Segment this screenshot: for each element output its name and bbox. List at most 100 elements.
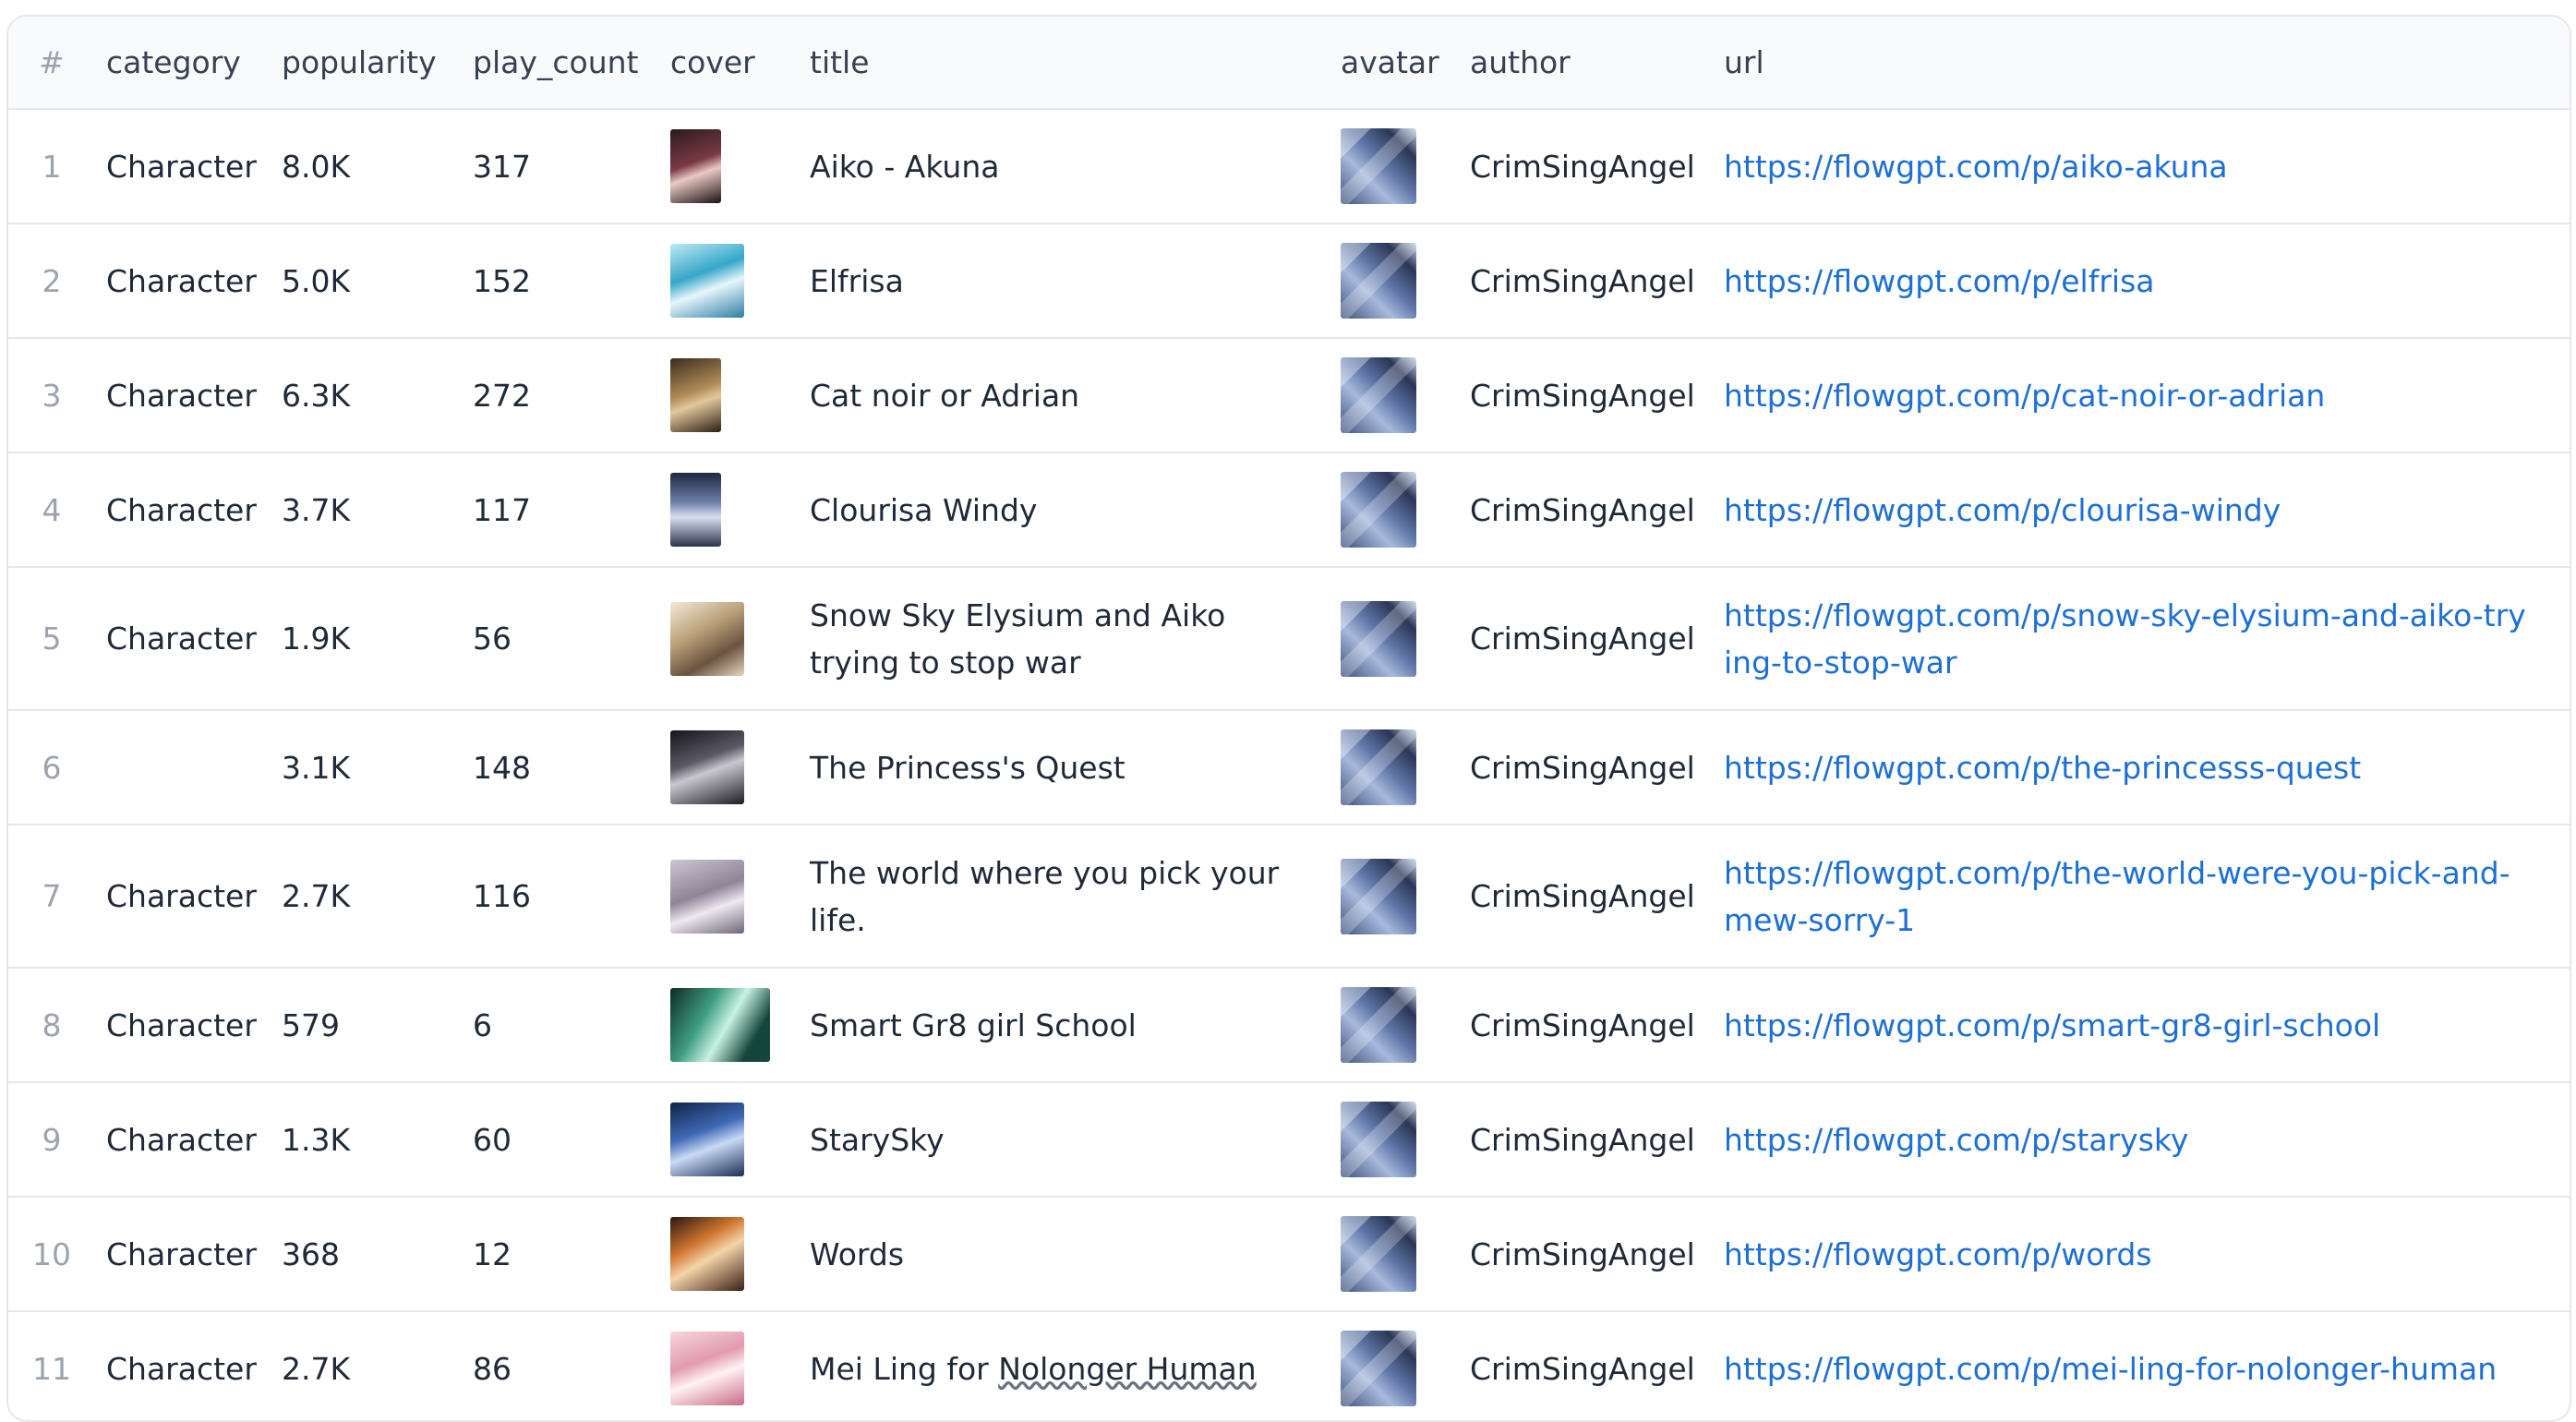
cover-cell — [659, 1082, 799, 1198]
url-link[interactable]: https://flowgpt.com/p/aiko-akuna — [1724, 149, 2228, 185]
cover-image — [670, 730, 744, 804]
play-count-cell: 117 — [462, 452, 659, 568]
avatar-cell — [1330, 109, 1459, 224]
cover-image — [670, 1103, 744, 1176]
category-cell: Character — [95, 968, 271, 1083]
author-cell: CrimSingAngel — [1459, 567, 1713, 711]
play-count-cell: 56 — [462, 567, 659, 711]
avatar-cell — [1330, 452, 1459, 568]
table-row: 10 Character 368 12 Words CrimSingAngel … — [8, 1197, 2570, 1312]
table-row: 9 Character 1.3K 60 StarySky CrimSingAng… — [8, 1082, 2570, 1198]
header-author[interactable]: author — [1459, 17, 1713, 110]
popularity-cell: 1.9K — [271, 567, 462, 711]
avatar-cell — [1330, 338, 1459, 453]
url-cell: https://flowgpt.com/p/elfrisa — [1713, 223, 2570, 339]
title-cell: Mei Ling for Nolonger Human — [799, 1311, 1330, 1420]
cover-cell — [659, 1197, 799, 1312]
table-row: 3 Character 6.3K 272 Cat noir or Adrian … — [8, 338, 2570, 453]
url-link[interactable]: https://flowgpt.com/p/snow-sky-elysium-a… — [1724, 597, 2526, 681]
category-cell: Character — [95, 1197, 271, 1312]
author-avatar — [1341, 600, 1416, 677]
popularity-cell: 8.0K — [271, 109, 462, 224]
category-cell: Character — [95, 1311, 271, 1420]
url-cell: https://flowgpt.com/p/starysky — [1713, 1082, 2570, 1198]
popularity-cell: 2.7K — [271, 1311, 462, 1420]
header-category[interactable]: category — [95, 17, 271, 110]
cover-cell — [659, 452, 799, 568]
url-link[interactable]: https://flowgpt.com/p/smart-gr8-girl-sch… — [1724, 1007, 2380, 1043]
popularity-cell: 6.3K — [271, 338, 462, 453]
table-header-row: # category popularity play_count cover t… — [8, 17, 2570, 110]
author-avatar — [1341, 357, 1416, 433]
url-cell: https://flowgpt.com/p/clourisa-windy — [1713, 452, 2570, 568]
cover-cell — [659, 223, 799, 339]
avatar-cell — [1330, 825, 1459, 969]
popularity-cell: 2.7K — [271, 825, 462, 969]
avatar-cell — [1330, 1197, 1459, 1312]
url-link[interactable]: https://flowgpt.com/p/words — [1724, 1236, 2152, 1272]
title-cell: Clourisa Windy — [799, 452, 1330, 568]
category-cell: Character — [95, 338, 271, 453]
avatar-cell — [1330, 968, 1459, 1083]
url-cell: https://flowgpt.com/p/smart-gr8-girl-sch… — [1713, 968, 2570, 1083]
row-index: 3 — [8, 338, 95, 453]
title-cell: Aiko - Akuna — [799, 109, 1330, 224]
author-avatar — [1341, 128, 1416, 204]
table-row: 6 3.1K 148 The Princess's Quest CrimSing… — [8, 710, 2570, 825]
row-index: 11 — [8, 1311, 95, 1420]
url-link[interactable]: https://flowgpt.com/p/mei-ling-for-nolon… — [1724, 1351, 2497, 1387]
title-cell: Words — [799, 1197, 1330, 1312]
header-index: # — [8, 17, 95, 110]
title-cell: Cat noir or Adrian — [799, 338, 1330, 453]
row-index: 6 — [8, 710, 95, 825]
author-avatar — [1341, 1216, 1416, 1292]
author-cell: CrimSingAngel — [1459, 452, 1713, 568]
cover-image — [670, 244, 744, 318]
popularity-cell: 5.0K — [271, 223, 462, 339]
title-cell: The world where you pick your life. — [799, 825, 1330, 969]
cover-image — [670, 473, 721, 547]
title-cell: Elfrisa — [799, 223, 1330, 339]
url-cell: https://flowgpt.com/p/aiko-akuna — [1713, 109, 2570, 224]
play-count-cell: 12 — [462, 1197, 659, 1312]
play-count-cell: 86 — [462, 1311, 659, 1420]
url-link[interactable]: https://flowgpt.com/p/the-princesss-ques… — [1724, 750, 2361, 786]
avatar-cell — [1330, 223, 1459, 339]
url-link[interactable]: https://flowgpt.com/p/elfrisa — [1724, 263, 2154, 299]
url-link[interactable]: https://flowgpt.com/p/the-world-were-you… — [1724, 855, 2510, 938]
title-cell: The Princess's Quest — [799, 710, 1330, 825]
header-popularity[interactable]: popularity — [271, 17, 462, 110]
row-index: 2 — [8, 223, 95, 339]
author-avatar — [1341, 243, 1416, 319]
url-link[interactable]: https://flowgpt.com/p/clourisa-windy — [1724, 492, 2281, 528]
header-cover[interactable]: cover — [659, 17, 799, 110]
row-index: 10 — [8, 1197, 95, 1312]
author-cell: CrimSingAngel — [1459, 109, 1713, 224]
popularity-cell: 368 — [271, 1197, 462, 1312]
category-cell — [95, 710, 271, 825]
row-index: 5 — [8, 567, 95, 711]
header-title[interactable]: title — [799, 17, 1330, 110]
cover-cell — [659, 968, 799, 1083]
dataset-table-container: # category popularity play_count cover t… — [6, 15, 2571, 1422]
play-count-cell: 272 — [462, 338, 659, 453]
category-cell: Character — [95, 1082, 271, 1198]
url-link[interactable]: https://flowgpt.com/p/cat-noir-or-adrian — [1724, 378, 2325, 414]
title-cell: Smart Gr8 girl School — [799, 968, 1330, 1083]
cover-cell — [659, 567, 799, 711]
url-link[interactable]: https://flowgpt.com/p/starysky — [1724, 1122, 2188, 1158]
author-avatar — [1341, 1102, 1416, 1177]
avatar-cell — [1330, 567, 1459, 711]
header-avatar[interactable]: avatar — [1330, 17, 1459, 110]
title-text: Mei Ling for — [810, 1350, 999, 1387]
row-index: 9 — [8, 1082, 95, 1198]
header-play-count[interactable]: play_count — [462, 17, 659, 110]
category-cell: Character — [95, 223, 271, 339]
row-index: 4 — [8, 452, 95, 568]
table-row: 4 Character 3.7K 117 Clourisa Windy Crim… — [8, 452, 2570, 568]
row-index: 8 — [8, 968, 95, 1083]
category-cell: Character — [95, 452, 271, 568]
cover-image — [670, 1217, 744, 1291]
header-url[interactable]: url — [1713, 17, 2570, 110]
author-cell: CrimSingAngel — [1459, 1082, 1713, 1198]
